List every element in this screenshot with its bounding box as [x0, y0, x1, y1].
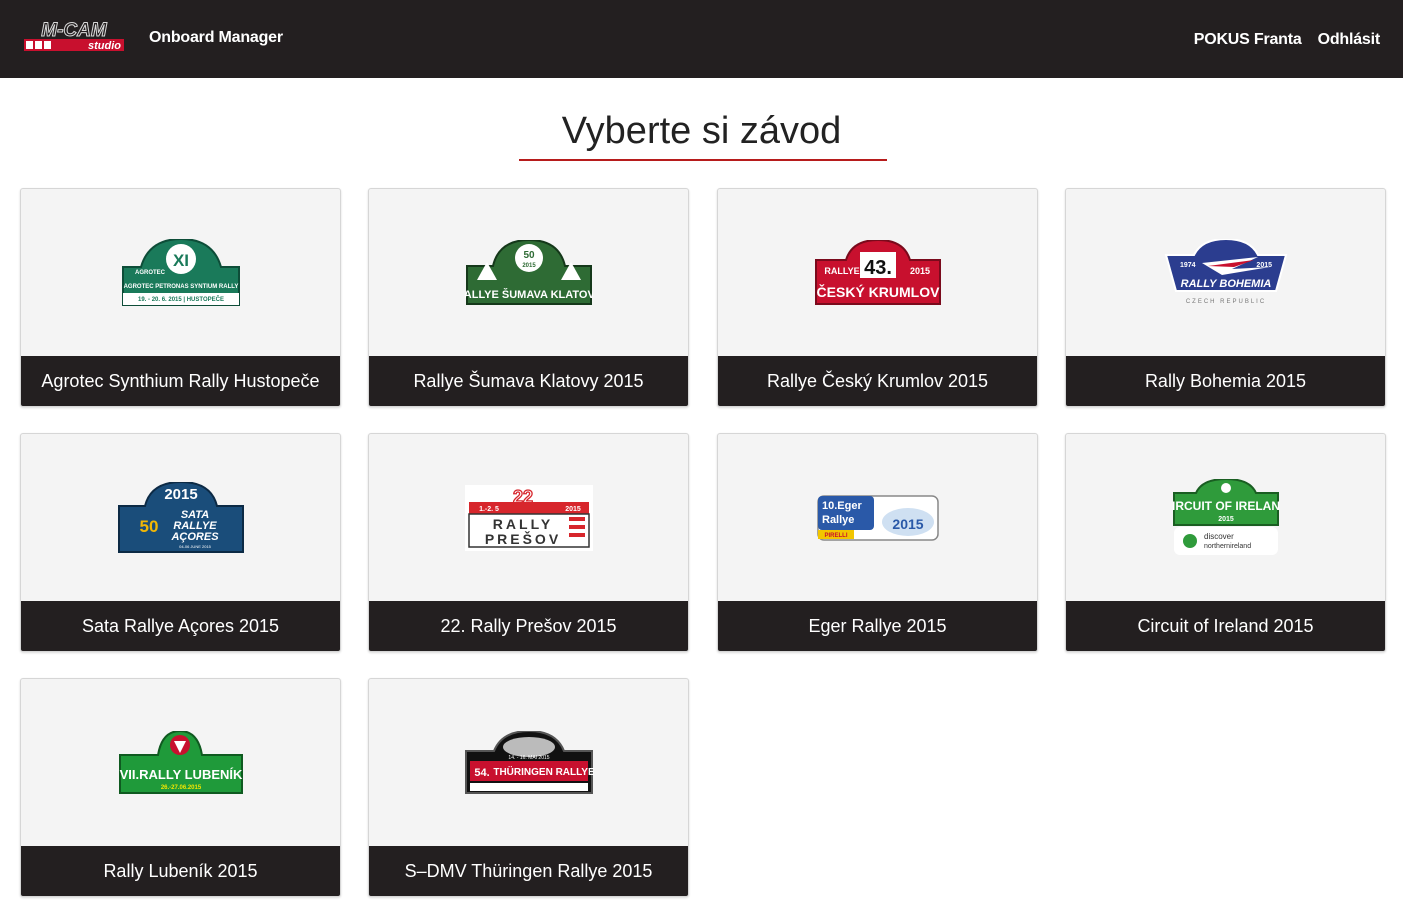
event-card-acores[interactable]: 2015 50 SATA RALLYE AÇORES 04-06 JUNE 20… — [20, 433, 341, 652]
svg-text:RALLY: RALLY — [492, 516, 552, 532]
svg-text:26.-27.06.2015: 26.-27.06.2015 — [160, 785, 201, 791]
event-title: Sata Rallye Açores 2015 — [21, 601, 340, 651]
svg-text:THÜRINGEN RALLYE: THÜRINGEN RALLYE — [493, 765, 594, 778]
svg-text:PIRELLI: PIRELLI — [824, 533, 847, 539]
svg-text:43.: 43. — [864, 257, 892, 279]
event-card-ireland[interactable]: CIRCUIT OF IRELAND 2015 discover norther… — [1065, 433, 1386, 652]
svg-text:50: 50 — [139, 517, 158, 536]
svg-text:54.: 54. — [474, 767, 489, 779]
event-logo-bohemia: 1974 2015 RALLY BOHEMIA CZECH REPUBLIC — [1066, 189, 1385, 357]
svg-text:AGROTEC PETRONAS SYNTIUM RALLY: AGROTEC PETRONAS SYNTIUM RALLY — [123, 284, 238, 290]
svg-text:2015: 2015 — [1256, 262, 1272, 269]
svg-text:discover: discover — [1204, 532, 1234, 541]
svg-text:2015: 2015 — [892, 516, 923, 532]
event-card-agrotec[interactable]: XI AGROTEC AGROTEC PETRONAS SYNTIUM RALL… — [20, 188, 341, 407]
event-logo-acores: 2015 50 SATA RALLYE AÇORES 04-06 JUNE 20… — [21, 434, 340, 602]
event-title: Eger Rallye 2015 — [718, 601, 1037, 651]
event-logo-presov: 22 1.-2. 5 2015 RALLY PREŠOV — [369, 434, 688, 602]
event-title: 22. Rally Prešov 2015 — [369, 601, 688, 651]
svg-text:VII.RALLY LUBENÍK: VII.RALLY LUBENÍK — [119, 767, 242, 782]
svg-text:04-06 JUNE 2015: 04-06 JUNE 2015 — [179, 544, 212, 549]
svg-text:2015: 2015 — [164, 486, 197, 503]
event-title: Rally Lubeník 2015 — [21, 846, 340, 896]
event-title: Rally Bohemia 2015 — [1066, 356, 1385, 406]
svg-text:AGROTEC: AGROTEC — [135, 270, 166, 276]
logo-text-bottom: studio — [88, 40, 121, 52]
svg-text:2015: 2015 — [909, 266, 929, 276]
user-name-link[interactable]: POKUS Franta — [1194, 31, 1302, 49]
event-title: Rallye Šumava Klatovy 2015 — [369, 356, 688, 406]
event-title: Agrotec Synthium Rally Hustopeče — [21, 356, 340, 406]
event-card-lubenik[interactable]: VII.RALLY LUBENÍK 26.-27.06.2015 Rally L… — [20, 678, 341, 897]
logo-text-top: M-CAM — [41, 20, 108, 41]
svg-text:2015: 2015 — [565, 506, 581, 513]
event-logo-sumava: 50 2015 RALLYE ŠUMAVA KLATOVY — [369, 189, 688, 357]
event-title: Circuit of Ireland 2015 — [1066, 601, 1385, 651]
user-nav: POKUS Franta Odhlásit — [1194, 31, 1380, 49]
top-navbar: M-CAM studio Onboard Manager POKUS Frant… — [0, 0, 1403, 78]
event-logo-ireland: CIRCUIT OF IRELAND 2015 discover norther… — [1066, 434, 1385, 602]
mcam-studio-logo[interactable]: M-CAM studio — [24, 20, 124, 52]
svg-text:1.-2. 5: 1.-2. 5 — [479, 506, 499, 513]
svg-text:50: 50 — [523, 250, 535, 261]
event-logo-thuringen: 14. - 16. MAI 2015 54. THÜRINGEN RALLYE — [369, 679, 688, 847]
svg-text:Rallye: Rallye — [822, 514, 854, 526]
event-card-thuringen[interactable]: 14. - 16. MAI 2015 54. THÜRINGEN RALLYE … — [368, 678, 689, 897]
svg-text:PREŠOV: PREŠOV — [484, 530, 560, 547]
svg-text:ČESKÝ KRUMLOV: ČESKÝ KRUMLOV — [816, 283, 940, 300]
app-name[interactable]: Onboard Manager — [149, 29, 283, 47]
event-logo-agrotec: XI AGROTEC AGROTEC PETRONAS SYNTIUM RALL… — [21, 189, 340, 357]
svg-text:RALLY BOHEMIA: RALLY BOHEMIA — [1180, 278, 1271, 290]
event-card-eger[interactable]: 10.Eger Rallye PIRELLI 2015 Eger Rallye … — [717, 433, 1038, 652]
event-card-bohemia[interactable]: 1974 2015 RALLY BOHEMIA CZECH REPUBLIC R… — [1065, 188, 1386, 407]
event-title: Rallye Český Krumlov 2015 — [718, 356, 1037, 406]
event-title: S–DMV Thüringen Rallye 2015 — [369, 846, 688, 896]
svg-text:RALLYE ŠUMAVA KLATOVY: RALLYE ŠUMAVA KLATOVY — [465, 288, 593, 301]
title-underline — [519, 159, 887, 161]
svg-text:AÇORES: AÇORES — [170, 531, 219, 543]
page-title: Vyberte si závod — [561, 110, 842, 152]
svg-text:1974: 1974 — [1180, 262, 1196, 269]
svg-text:2015: 2015 — [522, 263, 536, 269]
svg-text:XI: XI — [172, 251, 188, 270]
event-logo-cesky-krumlov: 43. RALLYE 2015 ČESKÝ KRUMLOV — [718, 189, 1037, 357]
event-card-presov[interactable]: 22 1.-2. 5 2015 RALLY PREŠOV 22. Rally P… — [368, 433, 689, 652]
svg-text:10.Eger: 10.Eger — [822, 500, 862, 512]
event-logo-eger: 10.Eger Rallye PIRELLI 2015 — [718, 434, 1037, 602]
event-logo-lubenik: VII.RALLY LUBENÍK 26.-27.06.2015 — [21, 679, 340, 847]
svg-text:RALLYE: RALLYE — [824, 266, 859, 276]
svg-text:CZECH REPUBLIC: CZECH REPUBLIC — [1185, 299, 1265, 305]
logout-link[interactable]: Odhlásit — [1318, 31, 1381, 49]
svg-text:northernireland: northernireland — [1204, 543, 1251, 550]
svg-text:2015: 2015 — [1218, 516, 1234, 523]
event-card-sumava[interactable]: 50 2015 RALLYE ŠUMAVA KLATOVY Rallye Šum… — [368, 188, 689, 407]
svg-text:CIRCUIT OF IRELAND: CIRCUIT OF IRELAND — [1172, 499, 1280, 513]
svg-text:19. - 20. 6. 2015 | HUSTOPEČE: 19. - 20. 6. 2015 | HUSTOPEČE — [138, 296, 224, 303]
svg-text:14. - 16. MAI 2015: 14. - 16. MAI 2015 — [508, 755, 549, 761]
event-card-cesky-krumlov[interactable]: 43. RALLYE 2015 ČESKÝ KRUMLOV Rallye Čes… — [717, 188, 1038, 407]
